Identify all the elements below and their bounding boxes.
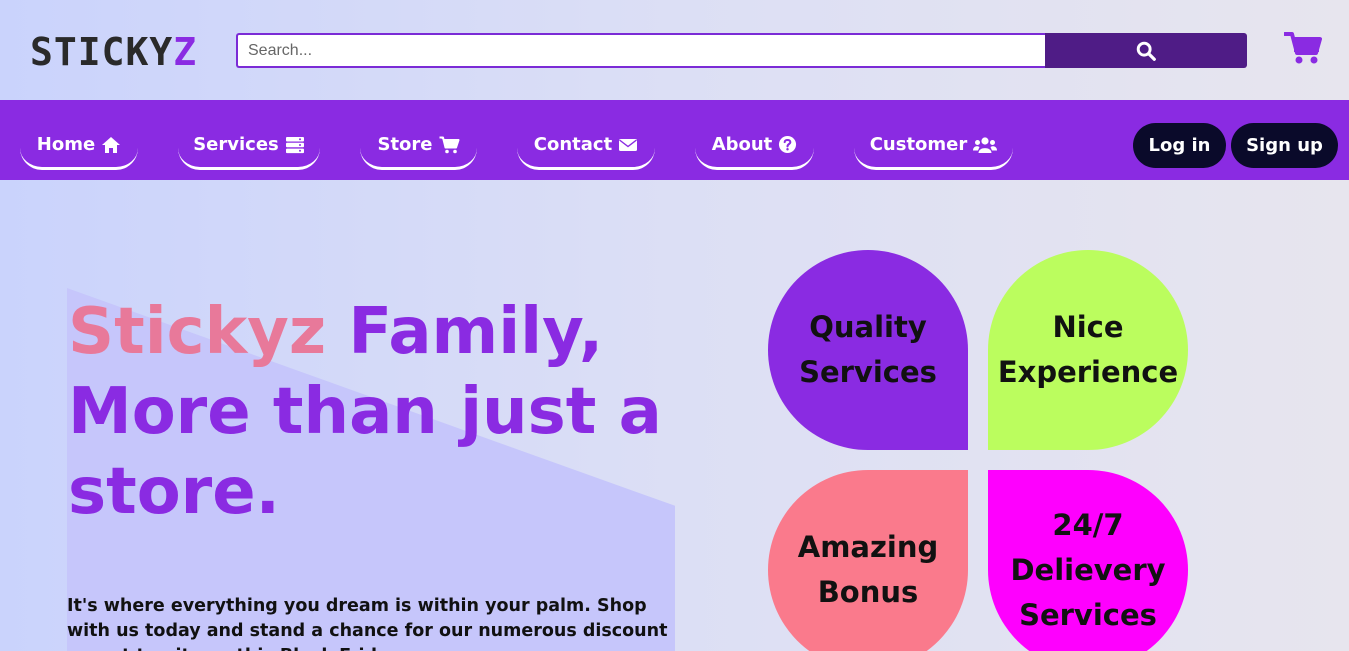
nav-item-home[interactable]: Home: [20, 122, 138, 170]
login-button[interactable]: Log in: [1133, 123, 1226, 168]
feature-label: Quality Services: [799, 310, 937, 389]
hero-headline: Stickyz Family, More than just a store.: [68, 292, 688, 532]
nav-item-contact[interactable]: Contact: [517, 122, 655, 170]
header: STICKYZ: [0, 0, 1349, 100]
home-icon: [102, 136, 121, 153]
question-circle-icon: [779, 135, 797, 154]
headline-rest-2: More than just a store.: [68, 375, 662, 529]
headline-rest-1: Family,: [326, 295, 604, 369]
feature-amazing-bonus: Amazing Bonus: [768, 470, 968, 651]
main-nav: Home Services Store Contact About Custom…: [0, 100, 1349, 180]
signup-button[interactable]: Sign up: [1231, 123, 1338, 168]
cart-icon: [439, 136, 460, 153]
feature-nice-experience: Nice Experience: [988, 250, 1188, 450]
feature-label: Nice Experience: [997, 310, 1179, 389]
feature-quality-services: Quality Services: [768, 250, 968, 450]
search-button[interactable]: [1045, 33, 1247, 68]
search-bar: [236, 33, 1247, 68]
nav-label: Home: [36, 134, 96, 155]
nav-item-store[interactable]: Store: [360, 122, 477, 170]
search-icon: [1136, 41, 1156, 61]
nav-label: Services: [193, 134, 279, 155]
nav-item-services[interactable]: Services: [178, 122, 320, 170]
nav-item-customer[interactable]: Customer: [854, 122, 1013, 170]
feature-delivery-services: 24/7 Delievery Services: [988, 470, 1188, 651]
headline-accent: Stickyz: [68, 295, 327, 369]
nav-item-about[interactable]: About: [695, 122, 814, 170]
nav-label: Customer: [869, 134, 968, 155]
nav-label: Contact: [533, 134, 613, 155]
cart-icon[interactable]: [1283, 31, 1322, 69]
feature-label: Amazing Bonus: [797, 530, 939, 609]
feature-label: 24/7 Delievery Services: [1010, 507, 1166, 632]
users-icon: [973, 136, 998, 153]
logo-accent: Z: [173, 30, 198, 74]
search-input[interactable]: [236, 33, 1045, 68]
server-icon: [285, 136, 304, 153]
nav-label: About: [711, 134, 773, 155]
nav-label: Store: [377, 134, 433, 155]
envelope-icon: [619, 138, 638, 151]
hero-intro: It's where everything you dream is withi…: [67, 596, 668, 651]
logo[interactable]: STICKYZ: [30, 30, 197, 74]
logo-main: STICKY: [30, 30, 174, 74]
